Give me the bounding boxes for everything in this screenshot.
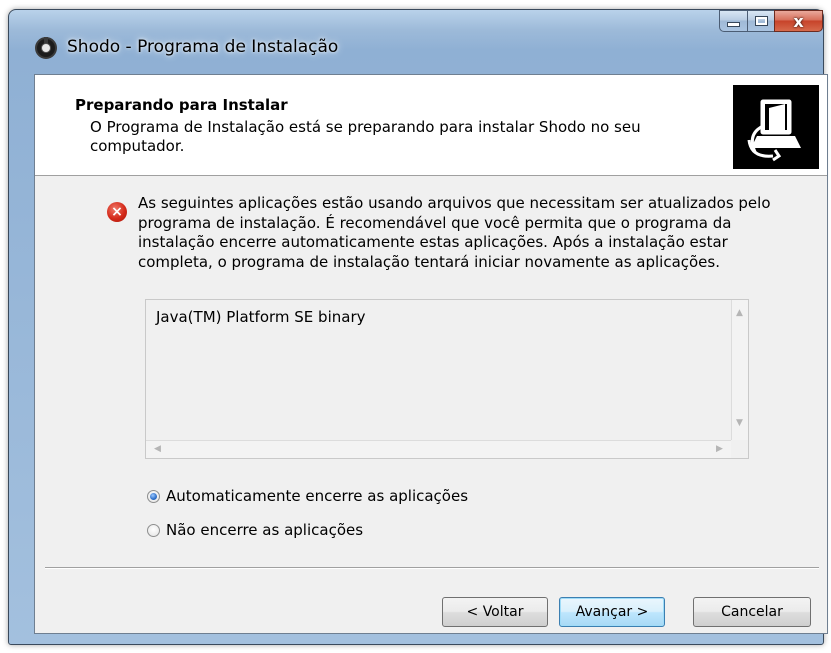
minimize-button[interactable]	[719, 10, 747, 32]
footer-divider	[45, 567, 819, 569]
applications-list[interactable]: Java(TM) Platform SE binary ▲ ▼ ◀ ▶	[145, 299, 749, 459]
close-icon: x	[793, 11, 804, 31]
next-button[interactable]: Avançar >	[559, 597, 665, 627]
maximize-icon	[754, 16, 768, 26]
wizard-client-area: Preparando para Instalar O Programa de I…	[34, 74, 828, 634]
list-item[interactable]: Java(TM) Platform SE binary	[156, 308, 366, 326]
warning-message: As seguintes aplicações estão usando arq…	[138, 194, 771, 271]
radio-button-checked[interactable]	[147, 489, 160, 503]
page-title: Preparando para Instalar	[75, 96, 288, 114]
scroll-right-icon[interactable]: ▶	[716, 444, 723, 454]
caption-buttons: x	[719, 10, 823, 34]
back-button[interactable]: < Voltar	[442, 597, 548, 627]
option-label[interactable]: Automaticamente encerre as aplicações	[166, 487, 468, 505]
scroll-down-icon[interactable]: ▼	[736, 418, 743, 428]
maximize-button[interactable]	[747, 10, 774, 32]
scrollbar-corner	[731, 440, 748, 458]
window-frame: Shodo - Programa de Instalação x Prepara…	[8, 9, 828, 645]
option-dont-close-apps[interactable]: Não encerre as aplicações	[147, 519, 363, 541]
scroll-up-icon[interactable]: ▲	[736, 308, 743, 318]
wizard-header: Preparando para Instalar O Programa de I…	[35, 75, 827, 176]
scroll-left-icon[interactable]: ◀	[154, 444, 161, 454]
minimize-icon	[727, 22, 740, 27]
error-icon: ×	[107, 202, 127, 222]
option-close-apps[interactable]: Automaticamente encerre as aplicações	[147, 485, 468, 507]
installer-computer-icon	[733, 85, 819, 169]
window-title: Shodo - Programa de Instalação	[67, 37, 339, 57]
option-label[interactable]: Não encerre as aplicações	[166, 521, 363, 539]
close-button[interactable]: x	[774, 10, 823, 32]
horizontal-scrollbar[interactable]: ◀ ▶	[146, 440, 732, 458]
radio-button-unchecked[interactable]	[147, 523, 160, 537]
page-description: O Programa de Instalação está se prepara…	[90, 118, 641, 155]
vertical-scrollbar[interactable]: ▲ ▼	[731, 300, 748, 440]
title-bar[interactable]: Shodo - Programa de Instalação x	[9, 10, 823, 74]
app-icon	[35, 37, 57, 59]
cancel-button[interactable]: Cancelar	[693, 597, 811, 627]
